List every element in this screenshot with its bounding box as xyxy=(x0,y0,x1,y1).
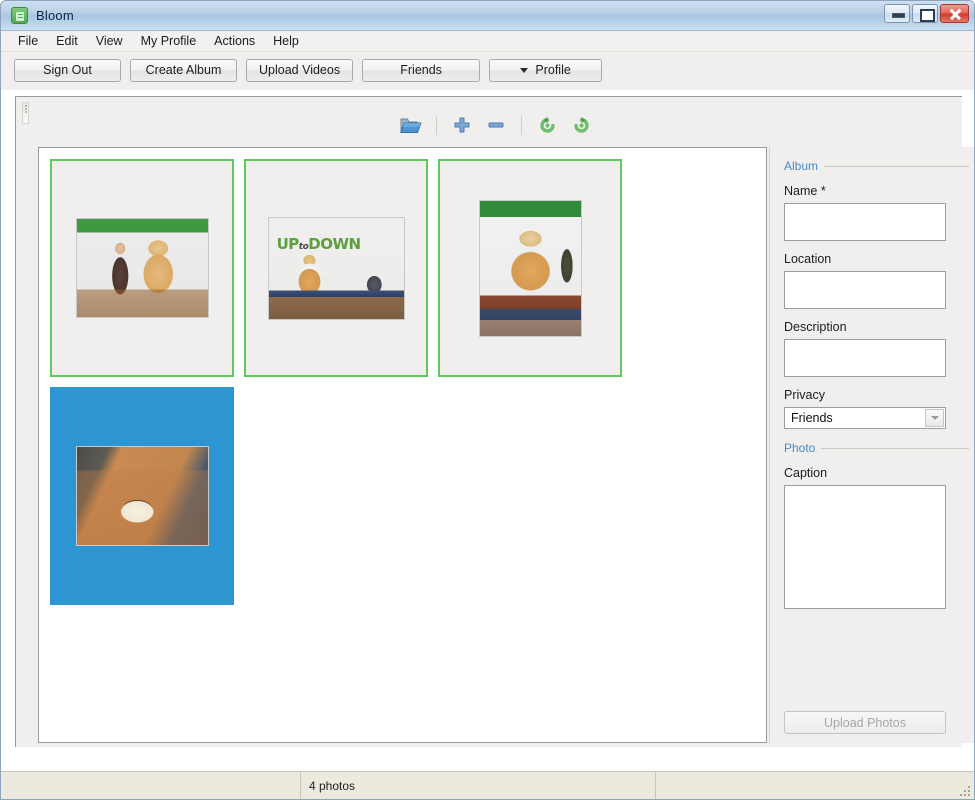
album-privacy-label: Privacy xyxy=(784,388,825,402)
album-name-label: Name * xyxy=(784,184,826,198)
menu-bar: File Edit View My Profile Actions Help xyxy=(1,31,974,52)
status-bar: 4 photos xyxy=(1,771,974,799)
menu-edit[interactable]: Edit xyxy=(47,32,87,51)
rotate-right-icon xyxy=(573,116,589,133)
album-section-rule xyxy=(824,165,969,167)
minimize-button[interactable] xyxy=(884,4,910,23)
panel-divider[interactable] xyxy=(769,147,770,743)
album-description-label: Description xyxy=(784,320,847,334)
photo-person-with-mascot xyxy=(75,218,209,318)
photo-section-label: Photo xyxy=(784,441,816,455)
menu-my-profile[interactable]: My Profile xyxy=(132,32,206,51)
chevron-down-icon[interactable] xyxy=(925,409,944,427)
profile-dropdown-button[interactable]: Profile xyxy=(489,58,603,82)
close-icon xyxy=(941,5,968,22)
main-toolbar: Sign Out Create Album Upload Videos Frie… xyxy=(1,52,974,88)
open-folder-button[interactable] xyxy=(394,110,428,140)
details-form-panel: Album Name * Location Description Privac… xyxy=(776,147,974,743)
photo-mascot-on-stool xyxy=(478,199,582,337)
photo-birthday-cake xyxy=(75,446,209,546)
album-privacy-select[interactable]: Friends xyxy=(784,407,946,429)
remove-photo-button[interactable] xyxy=(479,110,513,140)
upload-photos-button[interactable]: Upload Photos xyxy=(784,711,946,734)
album-name-input[interactable] xyxy=(784,203,946,241)
menu-view[interactable]: View xyxy=(87,32,132,51)
content-panel: UPtoDOWN Album Name * Location Descripti… xyxy=(15,96,974,747)
photo-caption-input[interactable] xyxy=(784,485,946,609)
menu-actions[interactable]: Actions xyxy=(205,32,264,51)
maximize-icon xyxy=(913,5,937,22)
plus-icon xyxy=(454,117,470,133)
bloom-logo-icon xyxy=(11,7,28,24)
status-pane-center: 4 photos xyxy=(301,772,656,799)
friends-button[interactable]: Friends xyxy=(362,58,481,82)
toolbar-separator-1 xyxy=(436,115,437,135)
status-pane-right xyxy=(656,772,974,799)
app-window: Bloom File Edit View My Profile Actions … xyxy=(0,0,975,800)
logo-down-text: DOWN xyxy=(308,234,361,253)
chevron-down-icon xyxy=(520,67,529,73)
profile-button-label: Profile xyxy=(535,63,571,77)
uptodown-wall-logo: UPtoDOWN xyxy=(276,234,362,253)
resize-grip-icon[interactable] xyxy=(958,784,970,796)
open-folder-icon xyxy=(400,118,422,133)
photo-thumbnail-1[interactable] xyxy=(50,159,234,377)
toolbar-separator-2 xyxy=(521,115,522,135)
title-bar: Bloom xyxy=(1,1,974,31)
maximize-button[interactable] xyxy=(912,4,938,23)
album-privacy-value: Friends xyxy=(791,411,833,425)
upload-videos-button[interactable]: Upload Videos xyxy=(246,58,354,82)
status-pane-left xyxy=(1,772,301,799)
album-section-label: Album xyxy=(784,159,819,173)
photo-section-rule xyxy=(821,447,969,449)
close-button[interactable] xyxy=(940,4,969,23)
photo-thumbnail-3[interactable] xyxy=(438,159,622,377)
add-photo-button[interactable] xyxy=(445,110,479,140)
window-controls xyxy=(884,4,969,23)
logo-up-text: UP xyxy=(276,234,300,253)
album-location-label: Location xyxy=(784,252,832,266)
panel-grip-handle[interactable] xyxy=(22,102,29,124)
minus-icon xyxy=(488,122,504,128)
photo-uptodown-wall: UPtoDOWN xyxy=(267,216,405,320)
rotate-right-button[interactable] xyxy=(564,110,598,140)
window-title: Bloom xyxy=(36,8,74,23)
album-section-header: Album xyxy=(784,159,969,173)
photo-caption-label: Caption xyxy=(784,466,828,480)
menu-help[interactable]: Help xyxy=(264,32,308,51)
main-content: UPtoDOWN Album Name * Location Descripti… xyxy=(1,90,974,799)
album-description-input[interactable] xyxy=(784,339,946,377)
photo-section-header: Photo xyxy=(784,441,969,455)
photo-icon-toolbar xyxy=(31,104,961,146)
rotate-left-icon xyxy=(539,116,555,133)
minimize-icon xyxy=(885,5,909,22)
logo-to-text: to xyxy=(298,241,309,252)
photo-thumbnail-2[interactable]: UPtoDOWN xyxy=(244,159,428,377)
photo-grid-area[interactable]: UPtoDOWN xyxy=(38,147,767,743)
rotate-left-button[interactable] xyxy=(530,110,564,140)
album-location-input[interactable] xyxy=(784,271,946,309)
menu-file[interactable]: File xyxy=(9,32,47,51)
photo-thumbnail-4[interactable] xyxy=(50,387,234,605)
create-album-button[interactable]: Create Album xyxy=(130,58,237,82)
sign-out-button[interactable]: Sign Out xyxy=(14,58,121,82)
